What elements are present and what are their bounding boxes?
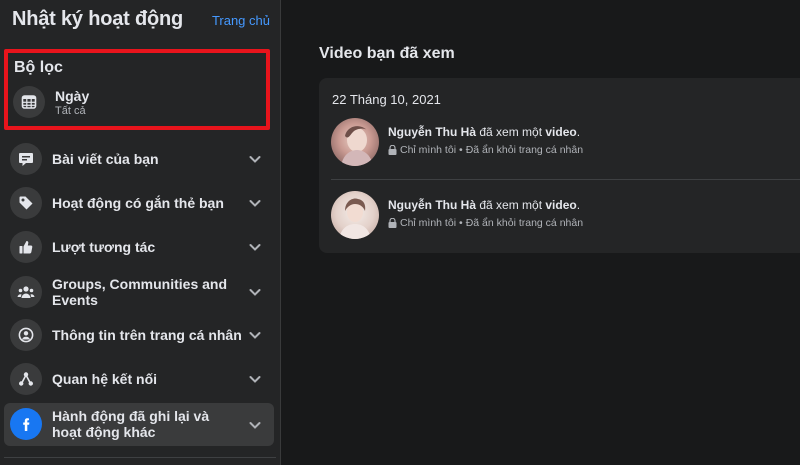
activity-date: 22 Tháng 10, 2021 — [332, 92, 441, 107]
connections-icon — [10, 363, 42, 395]
activity-description: Nguyễn Thu Hà đã xem một video. — [388, 198, 580, 212]
activity-card: 22 Tháng 10, 2021 Nguyễn Thu Hà đã xem m… — [319, 78, 800, 253]
filter-highlight-frame: Bộ lọc Ngày Tất cả — [4, 49, 270, 130]
chevron-down-icon — [249, 200, 261, 207]
sidebar-item-label: Bài viết của bạn — [52, 151, 159, 167]
chevron-down-icon — [249, 289, 261, 296]
entry-divider — [331, 179, 800, 180]
actor-name: Nguyễn Thu Hà — [388, 125, 477, 139]
sidebar-item-label: Quan hệ kết nối — [52, 371, 158, 387]
sidebar-item-your-posts[interactable]: Bài viết của bạn — [4, 142, 274, 176]
sidebar-item-interactions[interactable]: Lượt tương tác — [4, 230, 274, 264]
chevron-down-icon — [249, 332, 261, 339]
activity-description: Nguyễn Thu Hà đã xem một video. — [388, 125, 580, 139]
activity-entry[interactable]: Nguyễn Thu Hà đã xem một video. Chỉ mình… — [331, 191, 791, 241]
profile-icon — [10, 319, 42, 351]
sentence-end: . — [576, 198, 581, 212]
actor-name: Nguyễn Thu Hà — [388, 198, 477, 212]
activity-entry[interactable]: Nguyễn Thu Hà đã xem một video. Chỉ mình… — [331, 118, 791, 168]
visibility-status: Đã ẩn khỏi trang cá nhân — [465, 144, 584, 156]
sidebar-header: Nhật ký hoạt động Trang chủ — [12, 8, 274, 36]
date-filter-value: Tất cả — [55, 105, 86, 117]
chevron-down-icon — [249, 376, 261, 383]
privacy-label: Chỉ mình tôi — [400, 217, 457, 229]
chevron-down-icon — [249, 156, 261, 163]
separator: • — [459, 217, 463, 229]
separator: • — [459, 144, 463, 156]
avatar — [331, 191, 379, 239]
sidebar-item-profile-info[interactable]: Thông tin trên trang cá nhân — [4, 318, 274, 352]
sidebar-item-connections[interactable]: Quan hệ kết nối — [4, 362, 274, 396]
privacy-label: Chỉ mình tôi — [400, 144, 457, 156]
sidebar-item-logged-actions[interactable]: Hành động đã ghi lại và hoạt động khác — [4, 403, 274, 446]
sidebar-item-tagged-activity[interactable]: Hoạt động có gắn thẻ bạn — [4, 186, 274, 220]
home-link[interactable]: Trang chủ — [212, 13, 270, 28]
sentence-end: . — [576, 125, 581, 139]
thumbs-up-icon — [10, 231, 42, 263]
chevron-down-icon — [249, 244, 261, 251]
page-title: Nhật ký hoạt động — [12, 8, 184, 30]
activity-meta: Chỉ mình tôi • Đã ẩn khỏi trang cá nhân — [388, 144, 583, 156]
object-text: video — [545, 125, 577, 139]
calendar-icon — [13, 86, 45, 118]
section-title: Video bạn đã xem — [319, 45, 455, 62]
sidebar-item-label: Hành động đã ghi lại và hoạt động khác — [52, 408, 210, 440]
sidebar-item-label: Lượt tương tác — [52, 239, 156, 255]
action-text: đã xem một — [476, 198, 546, 212]
sidebar-item-label: Groups, Communities and Events — [52, 276, 228, 308]
sidebar-divider — [4, 457, 276, 458]
sidebar-item-label: Thông tin trên trang cá nhân — [52, 327, 242, 343]
comment-icon — [10, 143, 42, 175]
activity-log-sidebar: Nhật ký hoạt động Trang chủ Bộ lọc Ngày … — [0, 0, 281, 465]
visibility-status: Đã ẩn khỏi trang cá nhân — [465, 217, 584, 229]
chevron-down-icon — [249, 422, 261, 429]
activity-meta: Chỉ mình tôi • Đã ẩn khỏi trang cá nhân — [388, 217, 583, 229]
object-text: video — [545, 198, 577, 212]
action-text: đã xem một — [476, 125, 546, 139]
sidebar-item-label: Hoạt động có gắn thẻ bạn — [52, 195, 224, 211]
lock-icon — [388, 145, 397, 155]
lock-icon — [388, 218, 397, 228]
date-filter[interactable]: Ngày Tất cả — [11, 84, 263, 120]
avatar — [331, 118, 379, 166]
facebook-icon — [10, 408, 42, 440]
sidebar-item-groups-communities-events[interactable]: Groups, Communities and Events — [4, 272, 274, 312]
filter-heading: Bộ lọc — [14, 59, 63, 76]
tag-icon — [10, 187, 42, 219]
people-icon — [10, 276, 42, 308]
date-filter-label: Ngày — [55, 88, 90, 104]
